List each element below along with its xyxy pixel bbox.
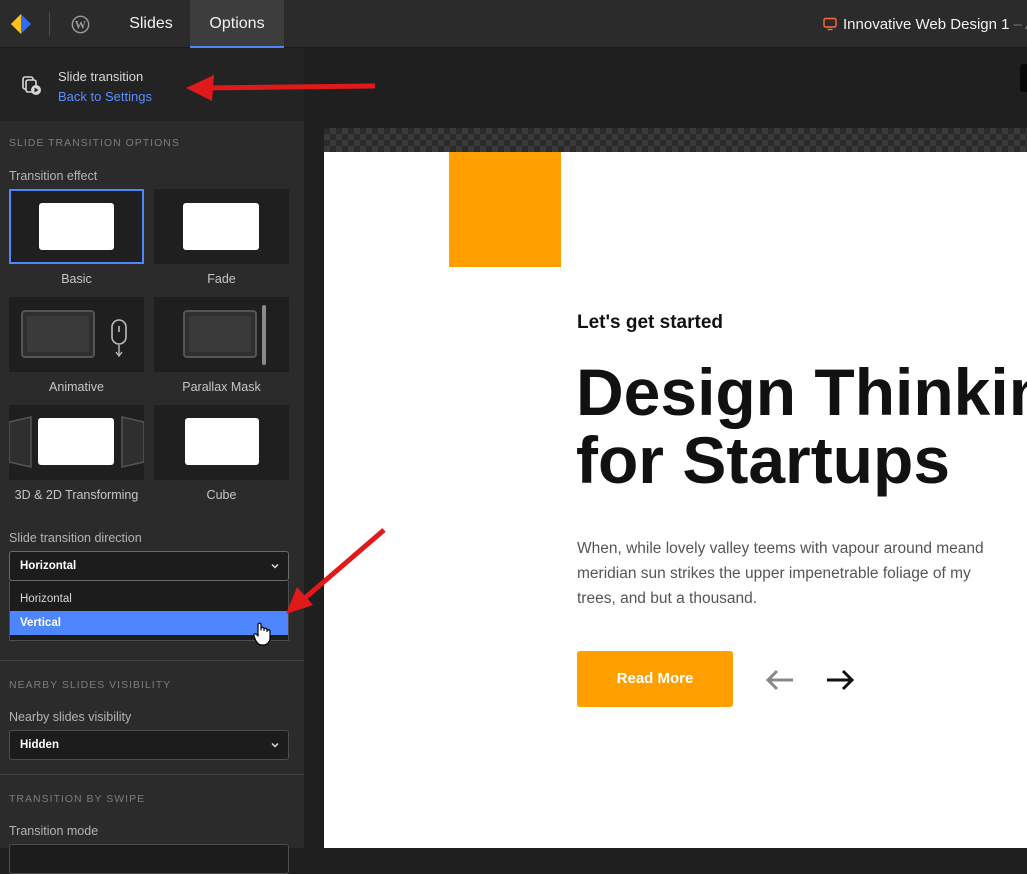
direction-dropdown-menu: Horizontal Vertical — [9, 581, 289, 641]
direction-select-value: Horizontal — [20, 560, 76, 572]
sidebar-header: Slide transition Back to Settings — [0, 48, 304, 121]
options-sidebar: Slide transition Back to Settings SLIDE … — [0, 48, 304, 848]
chevron-down-icon — [271, 741, 279, 749]
orange-decor-square[interactable] — [449, 152, 561, 267]
effect-preview — [185, 418, 259, 465]
effect-parallax-mask[interactable] — [154, 297, 289, 372]
arrow-left-icon[interactable] — [764, 666, 796, 694]
section-transition-by-swipe: TRANSITION BY SWIPE — [9, 793, 145, 805]
slide-title[interactable]: Design Thinkin for Startups — [576, 358, 1027, 494]
slide-preview[interactable]: Let's get started Design Thinkin for Sta… — [324, 152, 1027, 848]
nearby-visibility-value: Hidden — [20, 739, 59, 751]
slide-title-line2: for Startups — [576, 426, 1027, 494]
direction-option-vertical[interactable]: Vertical — [10, 611, 288, 635]
effect-parallax-mask-label: Parallax Mask — [154, 380, 289, 394]
top-bar: W Slides Options Innovative Web Design 1… — [0, 0, 1027, 48]
effect-fade[interactable] — [154, 189, 289, 264]
canvas-panel-handle[interactable] — [1020, 64, 1027, 92]
effect-basic-label: Basic — [9, 272, 144, 286]
transition-effect-label: Transition effect — [9, 169, 97, 183]
effect-animative-label: Animative — [9, 380, 144, 394]
arrow-right-icon[interactable] — [824, 666, 856, 694]
effect-preview — [39, 203, 114, 250]
direction-option-horizontal[interactable]: Horizontal — [10, 587, 288, 611]
direction-label: Slide transition direction — [9, 531, 142, 545]
slide-title-line1: Design Thinkin — [576, 358, 1027, 426]
section-nearby-slides: NEARBY SLIDES VISIBILITY — [9, 679, 171, 691]
monitor-icon — [823, 17, 837, 31]
read-more-button[interactable]: Read More — [577, 651, 733, 707]
slide-transition-icon — [21, 75, 43, 97]
effect-cube-label: Cube — [154, 488, 289, 502]
chevron-down-icon — [271, 562, 279, 570]
effect-basic[interactable] — [9, 189, 144, 264]
transparent-margin — [324, 128, 1027, 152]
topbar-separator — [49, 12, 50, 36]
nearby-visibility-label: Nearby slides visibility — [9, 710, 131, 724]
nearby-visibility-select[interactable]: Hidden — [9, 730, 289, 760]
project-title[interactable]: Innovative Web Design 1 – A — [823, 0, 1027, 48]
wordpress-icon[interactable]: W — [71, 15, 90, 34]
tab-slides[interactable]: Slides — [112, 0, 190, 48]
effect-fade-label: Fade — [154, 272, 289, 286]
project-subtitle: – A — [1014, 16, 1027, 33]
transition-mode-label: Transition mode — [9, 824, 98, 838]
effect-animative[interactable] — [9, 297, 144, 372]
svg-text:W: W — [75, 19, 87, 31]
transform-preview-icon — [9, 405, 144, 480]
tab-options[interactable]: Options — [190, 0, 284, 48]
mouse-scroll-icon — [9, 297, 144, 372]
section-divider — [0, 774, 304, 775]
parallax-preview-icon — [154, 297, 289, 372]
effect-3d-2d-transforming[interactable] — [9, 405, 144, 480]
effect-3d-2d-label: 3D & 2D Transforming — [9, 488, 144, 502]
effect-preview — [183, 203, 259, 250]
transition-mode-select[interactable] — [9, 844, 289, 874]
section-divider — [0, 660, 304, 661]
slide-subtitle[interactable]: Let's get started — [577, 312, 723, 334]
project-title-text: Innovative Web Design 1 — [843, 16, 1010, 33]
app-logo-icon[interactable] — [10, 13, 32, 35]
direction-select[interactable]: Horizontal — [9, 551, 289, 581]
slide-body-text[interactable]: When, while lovely valley teems with vap… — [577, 536, 987, 611]
sidebar-title: Slide transition — [58, 69, 143, 84]
effect-cube[interactable] — [154, 405, 289, 480]
section-transition-options: SLIDE TRANSITION OPTIONS — [9, 137, 180, 149]
back-to-settings-link[interactable]: Back to Settings — [58, 89, 152, 104]
